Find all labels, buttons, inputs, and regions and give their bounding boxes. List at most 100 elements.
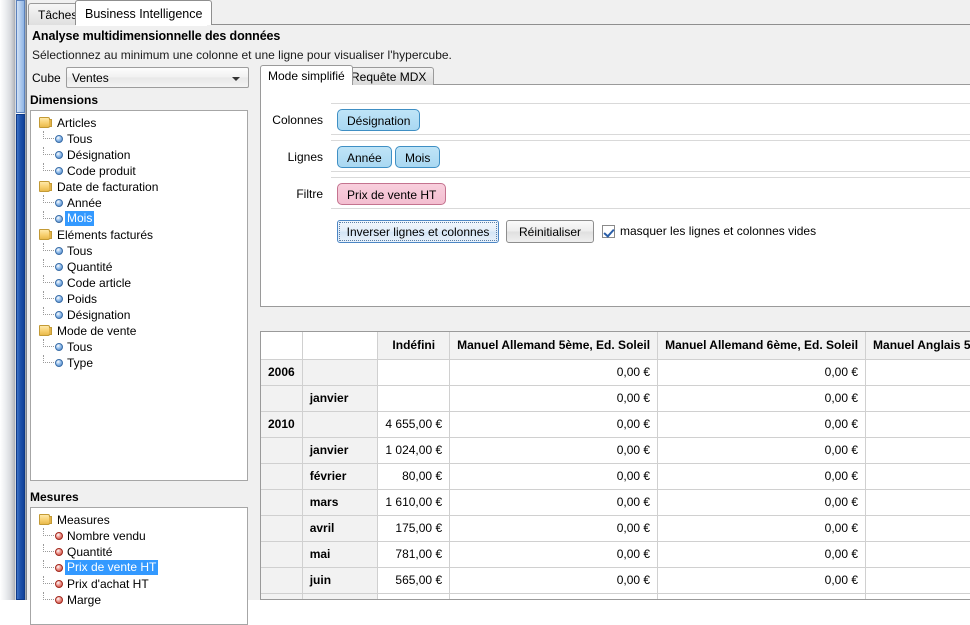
measure-node[interactable]: Marge — [31, 592, 247, 608]
table-row[interactable]: janvier0,00 €0,00 € — [261, 385, 970, 411]
table-row[interactable]: 2006 0,00 €0,00 € — [261, 359, 970, 385]
data-cell[interactable]: 0,00 € — [450, 463, 658, 489]
dimension-node[interactable]: Date de facturation — [31, 179, 247, 195]
data-cell[interactable]: 0,00 € — [658, 489, 866, 515]
dimension-node[interactable]: Mois — [31, 211, 247, 227]
scrollbar-thumb-upper[interactable] — [16, 0, 25, 113]
data-cell[interactable] — [378, 385, 450, 411]
table-row[interactable]: mai781,00 €0,00 €0,00 € — [261, 541, 970, 567]
column-header[interactable]: Manuel Allemand 6ème, Ed. Soleil — [658, 332, 866, 359]
chip-designation[interactable]: Désignation — [337, 109, 420, 131]
row-header-year[interactable] — [261, 593, 302, 600]
row-header-month[interactable]: août — [302, 593, 378, 600]
data-cell[interactable]: 175,00 € — [378, 515, 450, 541]
measure-node[interactable]: Measures — [31, 512, 247, 528]
data-cell[interactable]: 0,00 € — [658, 515, 866, 541]
shelf-dropzone-colonnes[interactable]: Désignation — [331, 103, 970, 135]
data-cell[interactable] — [866, 593, 970, 600]
data-cell[interactable]: 72,00 € — [378, 593, 450, 600]
data-cell[interactable]: 0,00 € — [658, 359, 866, 385]
dimension-node[interactable]: Articles — [31, 115, 247, 131]
data-cell[interactable]: 0,00 € — [450, 489, 658, 515]
row-header-month[interactable] — [302, 411, 378, 437]
row-header-year[interactable] — [261, 567, 302, 593]
measure-node[interactable]: Nombre vendu — [31, 528, 247, 544]
row-header-month[interactable] — [302, 359, 378, 385]
shelf-dropzone-lignes[interactable]: Année Mois — [331, 140, 970, 172]
data-cell[interactable]: 0,00 € — [658, 463, 866, 489]
row-header-year[interactable] — [261, 463, 302, 489]
dimensions-tree[interactable]: ArticlesTousDésignationCode produitDate … — [30, 110, 248, 481]
pivot-grid[interactable]: Indéfini Manuel Allemand 5ème, Ed. Solei… — [260, 331, 970, 600]
hide-empty-checkbox[interactable] — [602, 225, 615, 238]
measure-node[interactable]: Prix d'achat HT — [31, 576, 247, 592]
scrollbar-thumb[interactable] — [16, 114, 25, 600]
data-cell[interactable]: 0,00 € — [450, 437, 658, 463]
shelf-dropzone-filtre[interactable]: Prix de vente HT — [331, 177, 970, 209]
swap-rows-columns-button[interactable]: Inverser lignes et colonnes — [337, 220, 499, 243]
panel-splitter-vertical[interactable] — [250, 65, 260, 600]
data-cell[interactable] — [866, 515, 970, 541]
table-row[interactable]: janvier1 024,00 €0,00 €0,00 € — [261, 437, 970, 463]
data-cell[interactable] — [866, 463, 970, 489]
table-row[interactable]: 20104 655,00 €0,00 €0,00 € — [261, 411, 970, 437]
data-cell[interactable] — [378, 359, 450, 385]
data-cell[interactable]: 0,00 € — [450, 359, 658, 385]
chip-mois[interactable]: Mois — [395, 146, 440, 168]
data-cell[interactable]: 0,00 € — [658, 437, 866, 463]
data-cell[interactable] — [866, 411, 970, 437]
data-cell[interactable]: 0,00 € — [450, 515, 658, 541]
table-row[interactable]: août72,00 €0,00 €0,00 € — [261, 593, 970, 600]
data-cell[interactable] — [866, 567, 970, 593]
data-cell[interactable]: 80,00 € — [378, 463, 450, 489]
measure-node[interactable]: Prix de vente HT — [31, 560, 247, 576]
data-cell[interactable]: 0,00 € — [450, 593, 658, 600]
dimension-node[interactable]: Quantité — [31, 259, 247, 275]
data-cell[interactable]: 1 024,00 € — [378, 437, 450, 463]
column-header[interactable]: Manuel Anglais 5ème — [866, 332, 970, 359]
data-cell[interactable]: 0,00 € — [658, 411, 866, 437]
tab-business-intelligence[interactable]: Business Intelligence — [75, 0, 212, 25]
column-header[interactable]: Manuel Allemand 5ème, Ed. Soleil — [450, 332, 658, 359]
data-cell[interactable]: 0,00 € — [658, 593, 866, 600]
row-header-year[interactable]: 2006 — [261, 359, 302, 385]
row-header-year[interactable] — [261, 437, 302, 463]
table-row[interactable]: avril175,00 €0,00 €0,00 € — [261, 515, 970, 541]
row-header-year[interactable]: 2010 — [261, 411, 302, 437]
dimension-node[interactable]: Eléments facturés — [31, 227, 247, 243]
row-header-month[interactable]: mars — [302, 489, 378, 515]
chip-annee[interactable]: Année — [337, 146, 392, 168]
data-cell[interactable] — [866, 359, 970, 385]
data-cell[interactable]: 1 610,00 € — [378, 489, 450, 515]
dimension-node[interactable]: Type — [31, 355, 247, 371]
measures-tree[interactable]: MeasuresNombre venduQuantitéPrix de vent… — [30, 507, 248, 625]
data-cell[interactable]: 0,00 € — [658, 567, 866, 593]
data-cell[interactable]: 781,00 € — [378, 541, 450, 567]
dimension-node[interactable]: Mode de vente — [31, 323, 247, 339]
row-header-month[interactable]: février — [302, 463, 378, 489]
panel-splitter-horizontal[interactable] — [260, 313, 970, 331]
data-cell[interactable]: 0,00 € — [450, 385, 658, 411]
dimension-node[interactable]: Tous — [31, 131, 247, 147]
chip-prix-de-vente-ht[interactable]: Prix de vente HT — [337, 183, 446, 205]
reset-button[interactable]: Réinitialiser — [506, 220, 594, 243]
vertical-scrollbar[interactable] — [14, 0, 27, 600]
dimension-node[interactable]: Code article — [31, 275, 247, 291]
data-cell[interactable]: 0,00 € — [450, 411, 658, 437]
tab-mode-simplifie[interactable]: Mode simplifié — [260, 65, 353, 85]
data-cell[interactable] — [866, 489, 970, 515]
measure-node[interactable]: Quantité — [31, 544, 247, 560]
dimension-node[interactable]: Code produit — [31, 163, 247, 179]
dimension-node[interactable]: Année — [31, 195, 247, 211]
data-cell[interactable]: 0,00 € — [658, 541, 866, 567]
row-header-month[interactable]: avril — [302, 515, 378, 541]
row-header-year[interactable] — [261, 541, 302, 567]
data-cell[interactable]: 565,00 € — [378, 567, 450, 593]
data-cell[interactable]: 0,00 € — [450, 541, 658, 567]
dimension-node[interactable]: Tous — [31, 339, 247, 355]
data-cell[interactable]: 0,00 € — [450, 567, 658, 593]
table-row[interactable]: mars1 610,00 €0,00 €0,00 € — [261, 489, 970, 515]
data-cell[interactable] — [866, 437, 970, 463]
row-header-year[interactable] — [261, 515, 302, 541]
table-row[interactable]: juin565,00 €0,00 €0,00 € — [261, 567, 970, 593]
